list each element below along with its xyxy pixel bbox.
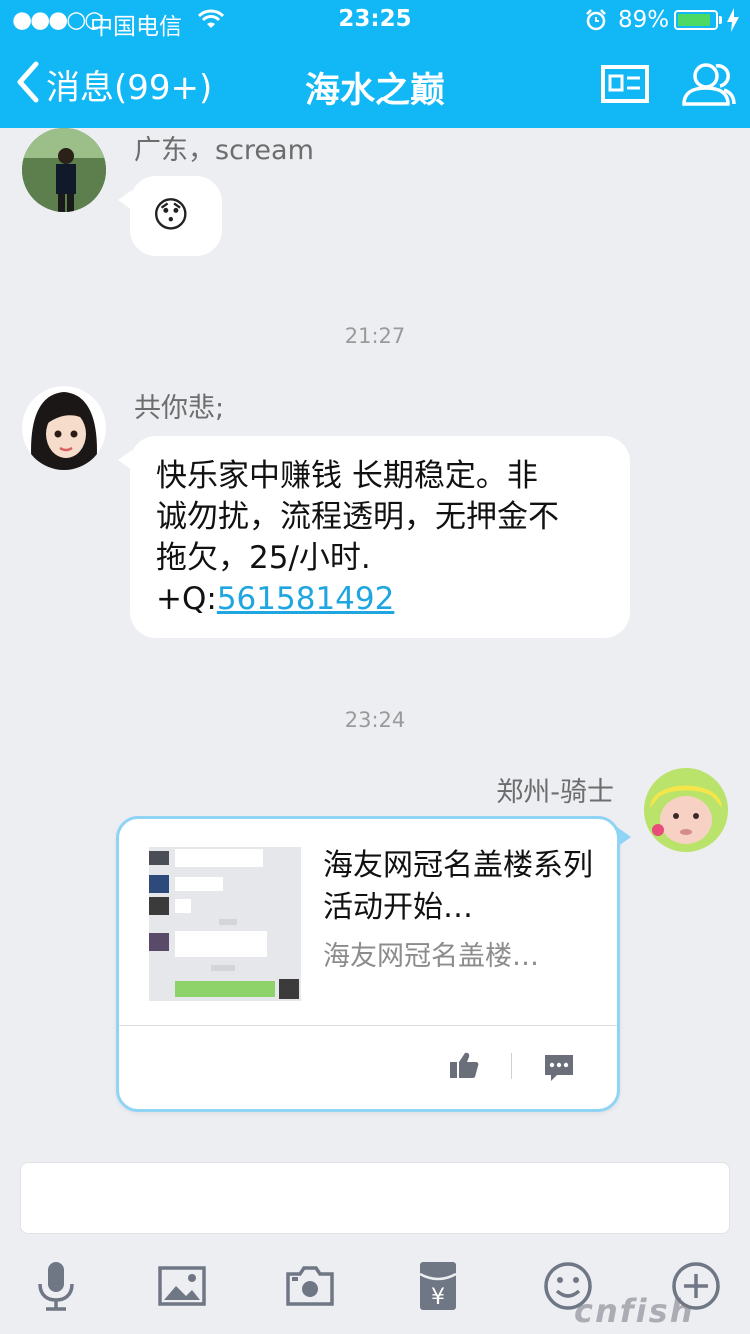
watermark-logo: cnfish bbox=[574, 1292, 695, 1330]
card-divider bbox=[119, 1025, 617, 1026]
alarm-icon bbox=[584, 8, 608, 38]
sender-name: 广东，scream bbox=[134, 135, 314, 166]
voice-button[interactable] bbox=[30, 1260, 82, 1312]
group-card-button[interactable] bbox=[600, 64, 650, 108]
message-bubble[interactable]: 快乐家中赚钱 长期稳定。非 诚勿扰，流程透明，无押金不 拖欠，25/小时. +Q… bbox=[118, 436, 630, 638]
charging-icon bbox=[726, 8, 740, 38]
avatar[interactable] bbox=[644, 768, 728, 852]
qq-number-link[interactable]: 561581492 bbox=[217, 581, 395, 617]
status-bar: ●●●○○ 中国电信 23:25 89% bbox=[0, 0, 750, 42]
card-subtitle: 海友网冠名盖楼… bbox=[323, 941, 539, 972]
camera-icon bbox=[284, 1266, 336, 1316]
battery-icon bbox=[674, 10, 718, 30]
nav-bar: 消息(99+) 海水之巅 bbox=[0, 42, 750, 128]
qq-prefix: +Q: bbox=[156, 581, 217, 617]
shared-link-card[interactable]: 海友网冠名盖楼系列活动开始… 海友网冠名盖楼… bbox=[116, 816, 631, 1112]
timestamp: 23:24 bbox=[344, 708, 406, 732]
message-bubble[interactable]: 😯 bbox=[118, 176, 222, 256]
message-input[interactable] bbox=[20, 1162, 730, 1234]
gallery-button[interactable] bbox=[156, 1260, 208, 1312]
chat-area[interactable]: 广东，scream 😯 21:27 共你悲; 快乐家中赚钱 长期稳定。非 诚勿扰… bbox=[0, 128, 750, 1158]
battery-percent: 89% bbox=[618, 7, 670, 33]
sender-name: 共你悲; bbox=[134, 393, 225, 424]
comment-button[interactable] bbox=[543, 1053, 575, 1087]
divider bbox=[511, 1053, 512, 1079]
id-card-icon bbox=[600, 65, 650, 108]
card-title: 海友网冠名盖楼系列活动开始… bbox=[323, 848, 593, 925]
comment-icon bbox=[543, 1055, 575, 1087]
mic-icon bbox=[30, 1262, 82, 1316]
card-thumbnail bbox=[149, 847, 301, 1001]
like-button[interactable] bbox=[449, 1051, 479, 1083]
message-text: 快乐家中赚钱 长期稳定。非 诚勿扰，流程透明，无押金不 拖欠，25/小时. +Q… bbox=[156, 458, 559, 617]
svg-text:¥: ¥ bbox=[431, 1285, 445, 1310]
red-packet-icon: ¥ bbox=[412, 1262, 464, 1316]
image-icon bbox=[156, 1266, 208, 1316]
user-group-icon bbox=[680, 63, 736, 112]
avatar[interactable] bbox=[22, 128, 106, 212]
sender-name: 郑州-骑士 bbox=[496, 777, 614, 808]
red-packet-button[interactable]: ¥ bbox=[412, 1260, 464, 1312]
camera-button[interactable] bbox=[284, 1260, 336, 1312]
surprised-face-icon: 😯 bbox=[152, 195, 190, 236]
members-button[interactable] bbox=[680, 60, 736, 112]
timestamp: 21:27 bbox=[344, 324, 406, 348]
thumbs-up-icon bbox=[449, 1052, 479, 1083]
avatar[interactable] bbox=[22, 386, 106, 470]
